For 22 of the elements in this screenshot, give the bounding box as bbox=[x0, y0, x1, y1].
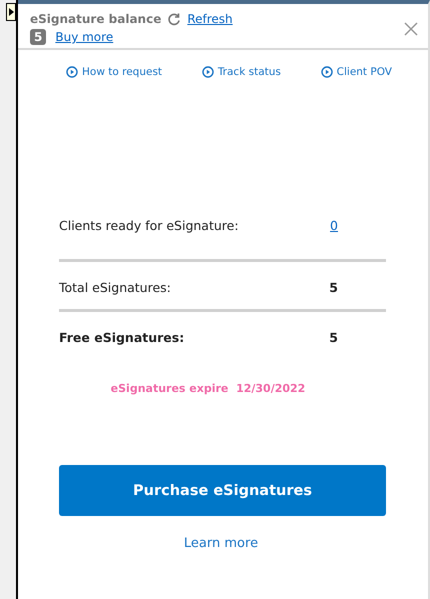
play-icon bbox=[320, 66, 333, 78]
purchase-button[interactable]: Purchase eSignatures bbox=[59, 465, 386, 516]
video-link[interactable]: How to request bbox=[66, 66, 162, 78]
video-link[interactable]: Track status bbox=[202, 66, 281, 78]
expiry-text: eSignatures expire 12/30/2022 bbox=[110, 382, 306, 395]
refresh-link[interactable]: Refresh bbox=[187, 12, 233, 26]
count-link[interactable]: 0 bbox=[330, 218, 338, 233]
row-value: 5 bbox=[329, 330, 338, 345]
expand-icon[interactable] bbox=[6, 3, 16, 21]
learn-more-link[interactable]: Learn more bbox=[184, 536, 258, 551]
count-badge: 5 bbox=[30, 29, 46, 45]
play-icon bbox=[202, 66, 214, 78]
close-icon[interactable] bbox=[404, 22, 418, 36]
row-label: Clients ready for eSignature: bbox=[59, 218, 239, 233]
video-link[interactable]: Client POV bbox=[320, 66, 392, 78]
panel-title: eSignature balance bbox=[30, 12, 162, 26]
row-value: 5 bbox=[329, 280, 338, 295]
play-icon bbox=[66, 66, 78, 78]
row-label: Total eSignatures: bbox=[59, 280, 171, 295]
refresh-icon[interactable] bbox=[167, 12, 182, 26]
buy-more-link[interactable]: Buy more bbox=[55, 30, 114, 44]
row-label: Free eSignatures: bbox=[59, 330, 184, 345]
